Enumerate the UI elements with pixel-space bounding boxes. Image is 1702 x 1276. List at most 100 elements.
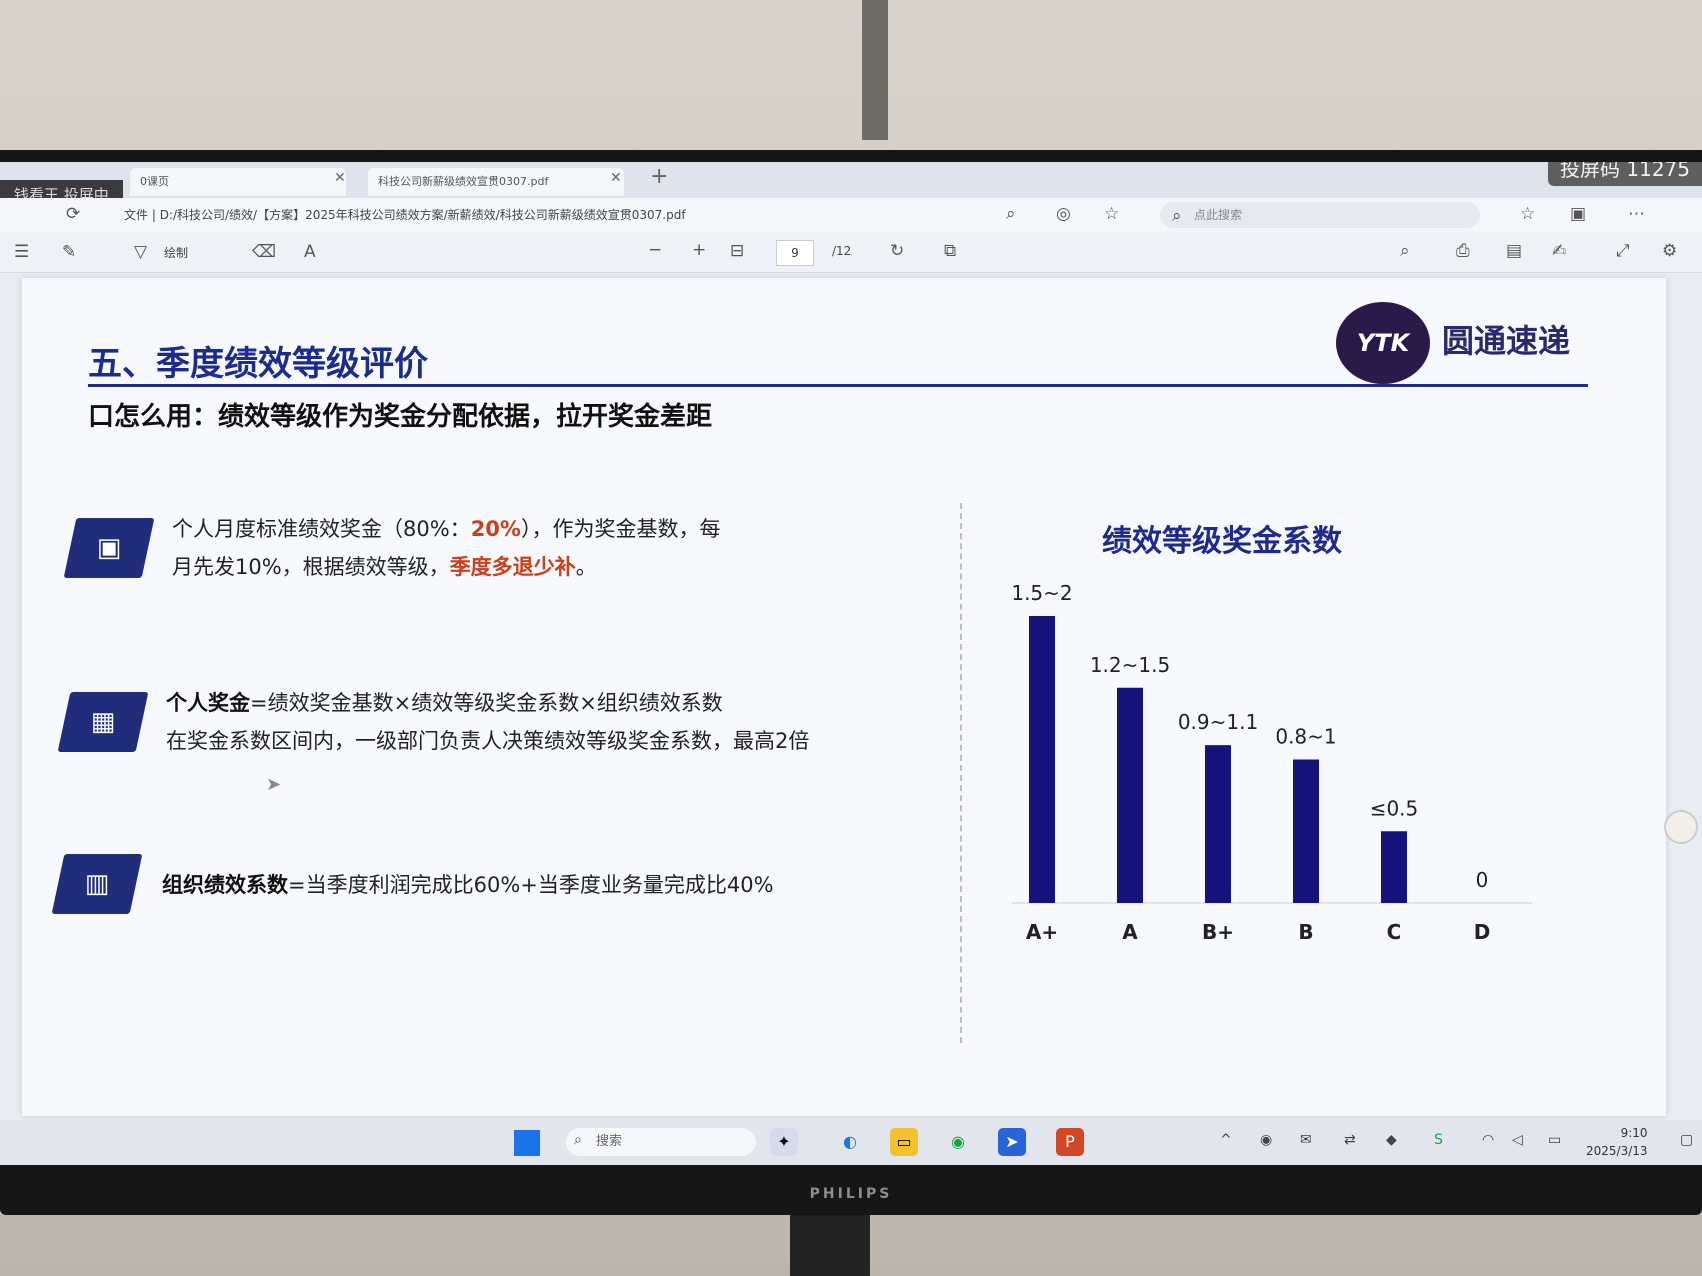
personal-bonus-note: 在奖金系数区间内，一级部门负责人决策绩效等级奖金系数，最高2倍: [166, 729, 810, 753]
annotate-icon[interactable]: ✍: [1552, 241, 1566, 261]
monitor-brand: PHILIPS: [809, 1186, 893, 1202]
tray-app-icon[interactable]: ◉: [1260, 1132, 1272, 1148]
clock[interactable]: 9:10 2025/3/13: [1586, 1124, 1648, 1160]
clock-time: 9:10: [1620, 1126, 1648, 1140]
tray-s-icon[interactable]: S: [1434, 1132, 1443, 1148]
text: =当季度利润完成比60%+当季度业务量完成比40%: [288, 873, 774, 897]
text: =绩效奖金基数×绩效等级奖金系数×组织绩效系数: [250, 691, 723, 715]
chevron-up-icon[interactable]: ^: [1220, 1132, 1232, 1148]
draw-icon[interactable]: ▽: [134, 242, 147, 262]
rotate-icon[interactable]: ↻: [890, 241, 904, 261]
contents-icon[interactable]: ☰: [14, 242, 29, 262]
reader-icon[interactable]: ◎: [1056, 204, 1071, 224]
tick-label: A: [1122, 920, 1138, 944]
zoom-out-icon[interactable]: −: [648, 240, 662, 260]
address-bar[interactable]: ⟳ 文件 | D:/科技公司/绩效/【方案】2025年科技公司绩效方案/新薪绩效…: [0, 198, 1702, 232]
org-coefficient-text: 组织绩效系数=当季度利润完成比60%+当季度业务量完成比40%: [162, 866, 774, 904]
tab-active[interactable]: 科技公司新薪级绩效宣贯0307.pdf: [368, 168, 624, 196]
more-icon[interactable]: ⋯: [1628, 204, 1645, 224]
bar: [1381, 831, 1407, 903]
data-label: ≤0.5: [1370, 796, 1419, 820]
tick-label: B: [1298, 920, 1313, 944]
powerpoint-icon[interactable]: P: [1056, 1128, 1084, 1156]
monitor-stand: [790, 1215, 870, 1276]
text: ），作为奖金基数，每: [520, 517, 721, 541]
highlight-icon[interactable]: ✎: [62, 242, 76, 262]
close-icon[interactable]: ✕: [610, 170, 622, 186]
bold-text: 组织绩效系数: [162, 873, 288, 897]
star-icon[interactable]: ☆: [1520, 204, 1535, 224]
bonus-base-text: 个人月度标准绩效奖金（80%：20%），作为奖金基数，每 月先发10%，根据绩效…: [172, 510, 720, 586]
notification-icon[interactable]: ▢: [1680, 1132, 1693, 1148]
zoom-in-icon[interactable]: +: [692, 240, 706, 260]
windows-start-icon[interactable]: [514, 1130, 540, 1156]
draw-label[interactable]: 绘制: [164, 244, 188, 261]
personal-bonus-text: 个人奖金=绩效奖金基数×绩效等级奖金系数×组织绩效系数 在奖金系数区间内，一级部…: [166, 684, 809, 760]
mouse-cursor-icon: ➤: [266, 774, 282, 795]
close-icon[interactable]: ✕: [334, 170, 346, 186]
collections-icon[interactable]: ▣: [1570, 204, 1586, 224]
browser-tab-bar: 0课页 ✕ 科技公司新薪级绩效宣贯0307.pdf ✕ +: [0, 162, 1702, 198]
tray-shield-icon[interactable]: ◆: [1386, 1132, 1397, 1148]
file-explorer-icon[interactable]: ▭: [890, 1128, 918, 1156]
document-icon: ▣: [63, 518, 155, 578]
address-prefix: 文件: [124, 208, 149, 222]
zoom-icon[interactable]: ⌕: [1006, 204, 1016, 224]
mail-icon[interactable]: ✉: [1300, 1132, 1312, 1148]
eraser-icon[interactable]: ⌫: [252, 242, 276, 262]
address-text: 文件 | D:/科技公司/绩效/【方案】2025年科技公司绩效方案/新薪绩效/科…: [124, 208, 686, 222]
chart-title: 绩效等级奖金系数: [1102, 524, 1342, 559]
tick-label: A+: [1026, 920, 1058, 944]
bold-text: 个人奖金: [166, 691, 250, 715]
bar-chart-svg: 1.5~2 A+ 1.2~1.5 A 0.9~1.1 B+ 0.8~1 B ≤0.5 C 0 D: [1011, 581, 1532, 944]
bar: [1293, 759, 1319, 903]
tick-label: B+: [1202, 920, 1234, 944]
favorite-icon[interactable]: ☆: [1104, 204, 1119, 224]
cast-app-icon[interactable]: ➤: [998, 1128, 1026, 1156]
slide-subtitle: 口怎么用：绩效等级作为奖金分配依据，拉开奖金差距: [88, 402, 713, 432]
data-label: 0.8~1: [1275, 725, 1336, 749]
settings-icon[interactable]: ⚙: [1662, 241, 1677, 261]
taskbar-search[interactable]: 搜索: [566, 1128, 756, 1156]
search-icon: ⌕: [574, 1132, 582, 1148]
edge-icon[interactable]: ◐: [836, 1128, 864, 1156]
refresh-icon[interactable]: ⟳: [66, 204, 80, 224]
bonus-coefficient-chart: 1.5~2 A+ 1.2~1.5 A 0.9~1.1 B+ 0.8~1 B ≤0.5 C 0 D: [992, 568, 1552, 972]
bar-chart-icon: ▥: [51, 854, 143, 914]
tray-switch-icon[interactable]: ⇄: [1344, 1132, 1356, 1148]
title-underline: [88, 384, 1588, 387]
pdf-slide: YTK 圆通速递 五、季度绩效等级评价 口怎么用：绩效等级作为奖金分配依据，拉开…: [22, 278, 1666, 1116]
battery-icon[interactable]: ▭: [1548, 1132, 1561, 1148]
read-aloud-icon[interactable]: A: [304, 242, 316, 262]
tab-inactive[interactable]: 0课页: [130, 168, 346, 196]
page-number-input[interactable]: 9: [776, 240, 814, 266]
find-icon[interactable]: ⌕: [1400, 241, 1410, 261]
page-total: /12: [832, 244, 852, 258]
page-view-icon[interactable]: ⧉: [944, 241, 956, 261]
save-icon[interactable]: ▤: [1506, 241, 1522, 261]
text: 月先发10%，根据绩效等级，: [172, 555, 450, 579]
wifi-icon[interactable]: ◠: [1482, 1132, 1494, 1148]
fullscreen-icon[interactable]: ⤢: [1616, 241, 1630, 261]
data-label: 1.2~1.5: [1090, 653, 1170, 677]
tick-label: C: [1387, 920, 1402, 944]
print-icon[interactable]: ⎙: [1456, 241, 1470, 261]
company-logo: YTK: [1336, 302, 1430, 384]
bonus-base-line1: 个人月度标准绩效奖金（80%：20%），作为奖金基数，每: [172, 510, 720, 548]
search-input[interactable]: 点此搜索: [1160, 202, 1480, 228]
new-tab-icon[interactable]: +: [650, 164, 668, 189]
personal-bonus-formula: 个人奖金=绩效奖金基数×绩效等级奖金系数×组织绩效系数: [166, 684, 809, 722]
fit-page-icon[interactable]: ⊟: [730, 241, 744, 261]
avatar[interactable]: [1664, 810, 1698, 844]
calculator-icon: ▦: [57, 692, 149, 752]
wechat-icon[interactable]: ◉: [944, 1128, 972, 1156]
data-label: 0.9~1.1: [1178, 710, 1258, 734]
wall-pillar: [862, 0, 888, 140]
bar: [1029, 616, 1055, 903]
copilot-icon[interactable]: ✦: [770, 1128, 798, 1156]
volume-icon[interactable]: ◁: [1512, 1132, 1523, 1148]
data-label: 1.5~2: [1011, 581, 1072, 605]
tab-label: 0课页: [140, 175, 169, 188]
slide-title: 五、季度绩效等级评价: [88, 344, 428, 384]
text: 个人月度标准绩效奖金（80%：: [172, 517, 471, 541]
